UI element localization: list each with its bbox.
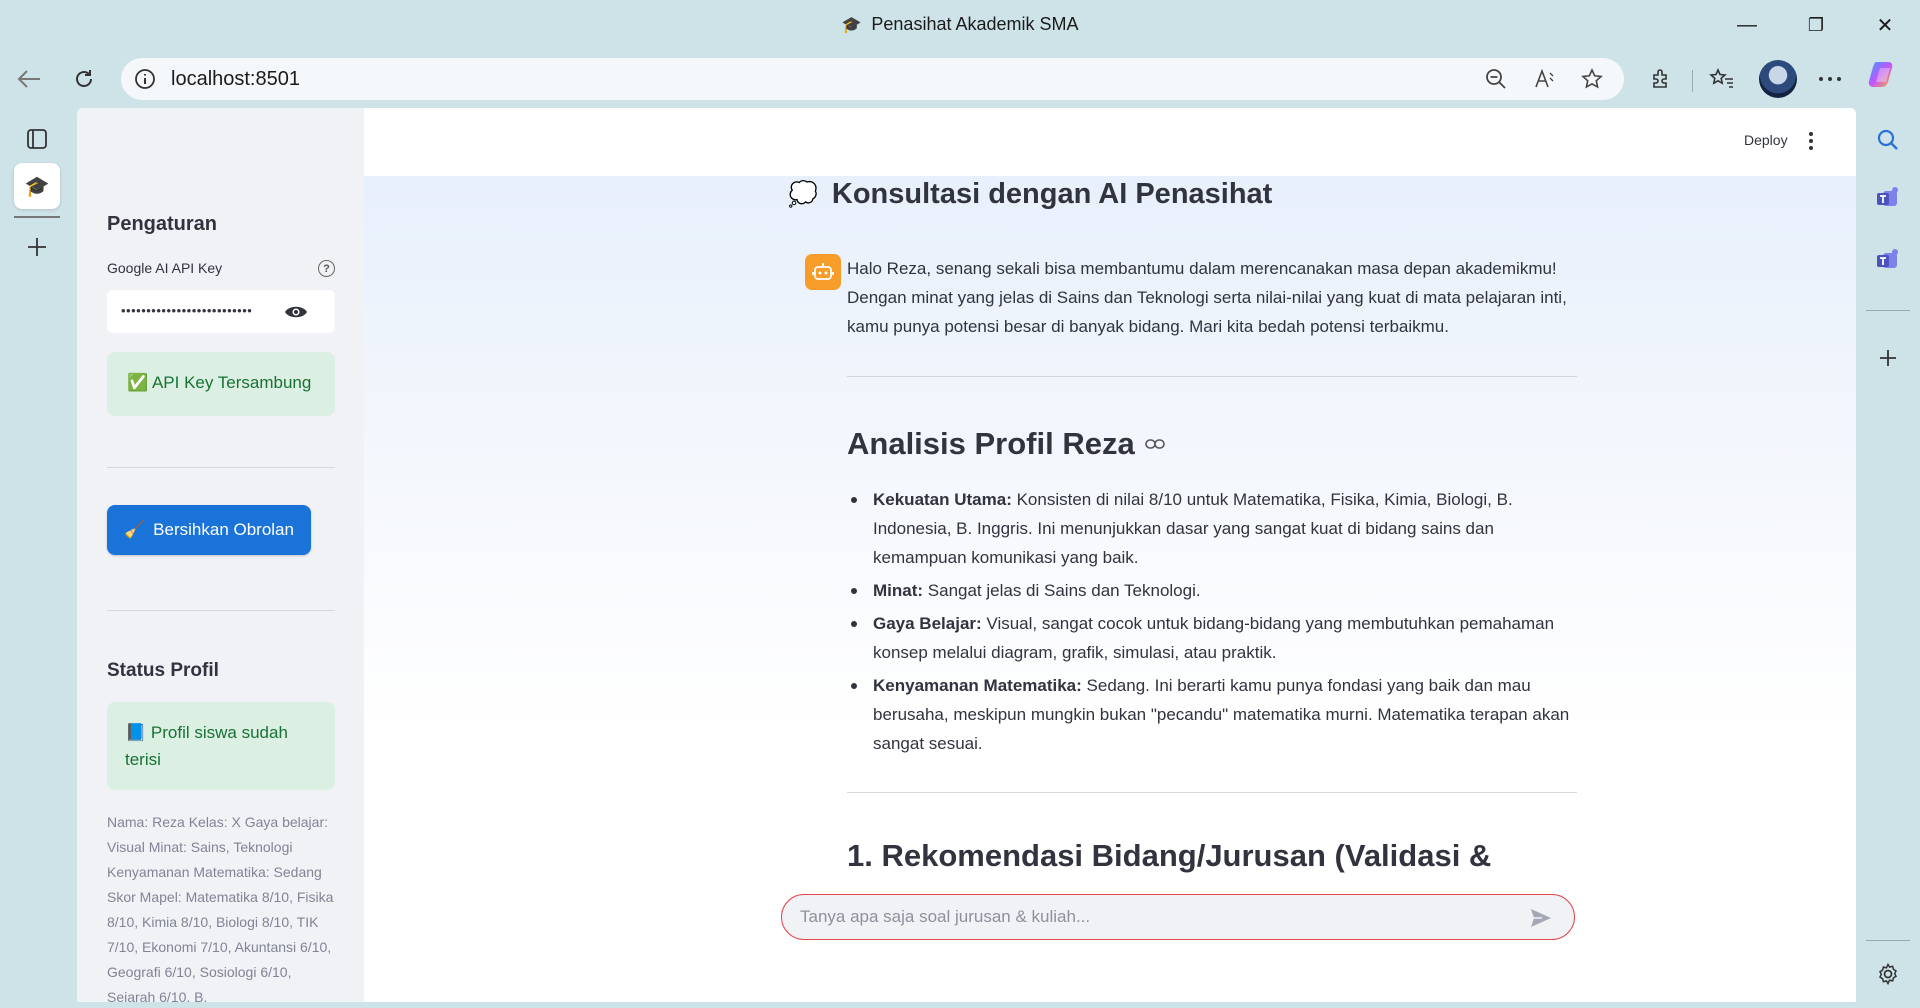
copilot-icon xyxy=(1868,62,1893,87)
close-button[interactable]: ✕ xyxy=(1862,10,1908,40)
sidebar-divider xyxy=(1866,940,1910,941)
browser-toolbar: localhost:8501 xyxy=(0,52,1920,104)
extensions-button[interactable] xyxy=(1644,64,1678,94)
deploy-button[interactable]: Deploy xyxy=(1744,132,1788,148)
list-item: Kekuatan Utama: Konsisten di nilai 8/10 … xyxy=(847,485,1577,572)
chat-title-text: Konsultasi dengan AI Penasihat xyxy=(831,178,1273,210)
main-menu-button[interactable] xyxy=(1801,130,1821,152)
chat-title: 💭 Konsultasi dengan AI Penasihat xyxy=(788,178,1272,211)
api-key-field[interactable]: •••••••••••••••••••••••••• xyxy=(107,290,335,333)
thought-bubble-icon: 💭 xyxy=(788,181,818,208)
favorites-button[interactable] xyxy=(1705,64,1739,94)
list-item: Gaya Belajar: Visual, sangat cocok untuk… xyxy=(847,609,1577,667)
tab-divider xyxy=(14,216,60,218)
browser-right-sidebar xyxy=(1856,108,1920,1008)
sidebar-teams-button[interactable] xyxy=(1870,180,1906,216)
refresh-button[interactable] xyxy=(67,64,101,94)
clear-chat-button[interactable]: 🧹 Bersihkan Obrolan xyxy=(107,505,311,555)
app-viewport: Pengaturan Google AI API Key ? •••••••••… xyxy=(77,108,1856,1002)
gear-icon xyxy=(1879,962,1897,986)
broom-icon: 🧹 xyxy=(124,520,146,539)
chat-input-box[interactable] xyxy=(781,894,1575,940)
profile-button[interactable] xyxy=(1758,59,1798,99)
api-key-label: Google AI API Key xyxy=(107,260,223,276)
tabs-icon xyxy=(27,129,47,149)
browser-left-sidebar: 🎓 xyxy=(0,108,74,1008)
read-aloud-button[interactable] xyxy=(1532,67,1558,91)
chat-input[interactable] xyxy=(800,906,1500,928)
robot-icon xyxy=(812,263,834,280)
maximize-button[interactable]: ❐ xyxy=(1793,10,1839,40)
toolbar-divider xyxy=(1692,70,1693,92)
back-arrow-icon xyxy=(17,70,40,88)
favorite-button[interactable] xyxy=(1579,67,1605,91)
search-icon xyxy=(1877,129,1898,150)
app-sidebar: Pengaturan Google AI API Key ? •••••••••… xyxy=(77,108,364,1002)
link-icon[interactable] xyxy=(1144,438,1165,450)
zoom-out-icon xyxy=(1486,69,1506,89)
section-title: Analisis Profil Reza xyxy=(847,426,1135,461)
api-status-alert: ✅ API Key Tersambung xyxy=(107,352,335,416)
favorites-icon xyxy=(1709,68,1733,88)
sidebar-add-button[interactable] xyxy=(1870,340,1906,376)
star-icon xyxy=(1581,68,1603,89)
list-item: Kenyamanan Matematika: Sedang. Ini berar… xyxy=(847,671,1577,758)
sidebar-divider xyxy=(107,610,335,611)
puzzle-icon xyxy=(1653,69,1667,88)
window-titlebar: 🎓 Penasihat Akademik SMA — ❐ ✕ xyxy=(0,0,1920,50)
api-key-value[interactable]: •••••••••••••••••••••••••• xyxy=(121,303,252,318)
sidebar-search-button[interactable] xyxy=(1870,122,1906,158)
app-header: Deploy xyxy=(364,108,1856,176)
refresh-icon xyxy=(76,70,92,87)
teams-icon xyxy=(1877,187,1898,206)
list-item: Minat: Sangat jelas di Sains dan Teknolo… xyxy=(847,576,1577,605)
plus-icon xyxy=(1880,350,1896,366)
graduation-cap-icon: 🎓 xyxy=(24,175,50,198)
graduation-cap-icon: 🎓 xyxy=(841,17,862,34)
profile-status-alert: 📘 Profil siswa sudah terisi xyxy=(107,702,335,790)
section-heading-recommendation: 1. Rekomendasi Bidang/Jurusan (Validasi … xyxy=(847,838,1492,873)
sidebar-divider xyxy=(107,467,335,468)
back-button[interactable] xyxy=(12,64,46,94)
send-icon[interactable] xyxy=(1528,906,1554,930)
minimize-button[interactable]: — xyxy=(1724,10,1770,40)
assistant-avatar xyxy=(805,254,841,290)
profile-status-heading: Status Profil xyxy=(107,660,219,681)
message-divider xyxy=(847,376,1577,377)
tab-actions-button[interactable] xyxy=(14,116,60,162)
teams-icon xyxy=(1877,249,1898,268)
help-icon[interactable]: ? xyxy=(318,260,335,277)
sidebar-settings-button[interactable] xyxy=(1870,956,1906,992)
sidebar-teams-button-2[interactable] xyxy=(1870,242,1906,278)
new-tab-button[interactable] xyxy=(14,224,60,270)
copilot-button[interactable] xyxy=(1866,60,1900,90)
clear-chat-label: Bersihkan Obrolan xyxy=(153,520,294,539)
window-title: 🎓 Penasihat Akademik SMA xyxy=(841,14,1079,34)
read-aloud-icon xyxy=(1535,68,1554,88)
avatar xyxy=(1759,60,1797,98)
profile-analysis-list: Kekuatan Utama: Konsisten di nilai 8/10 … xyxy=(847,485,1577,762)
main-content: Deploy 💭 Konsultasi dengan AI Penasihat … xyxy=(364,108,1856,1002)
url-text[interactable]: localhost:8501 xyxy=(171,68,300,91)
site-info-icon[interactable] xyxy=(133,67,157,91)
address-bar[interactable]: localhost:8501 xyxy=(121,58,1624,100)
eye-icon[interactable] xyxy=(284,302,308,322)
assistant-message-intro: Halo Reza, senang sekali bisa membantumu… xyxy=(847,259,1567,336)
plus-icon xyxy=(28,238,46,256)
profile-detail-text: Nama: Reza Kelas: X Gaya belajar: Visual… xyxy=(107,814,334,1002)
more-horizontal-icon xyxy=(1819,77,1841,81)
message-divider xyxy=(847,792,1577,793)
vertical-tab-active[interactable]: 🎓 xyxy=(14,163,60,209)
section-heading-profile: Analisis Profil Reza xyxy=(847,426,1165,462)
settings-heading: Pengaturan xyxy=(107,213,218,235)
sidebar-divider xyxy=(1866,310,1910,311)
zoom-out-button[interactable] xyxy=(1483,67,1509,91)
more-menu-button[interactable] xyxy=(1813,64,1847,94)
